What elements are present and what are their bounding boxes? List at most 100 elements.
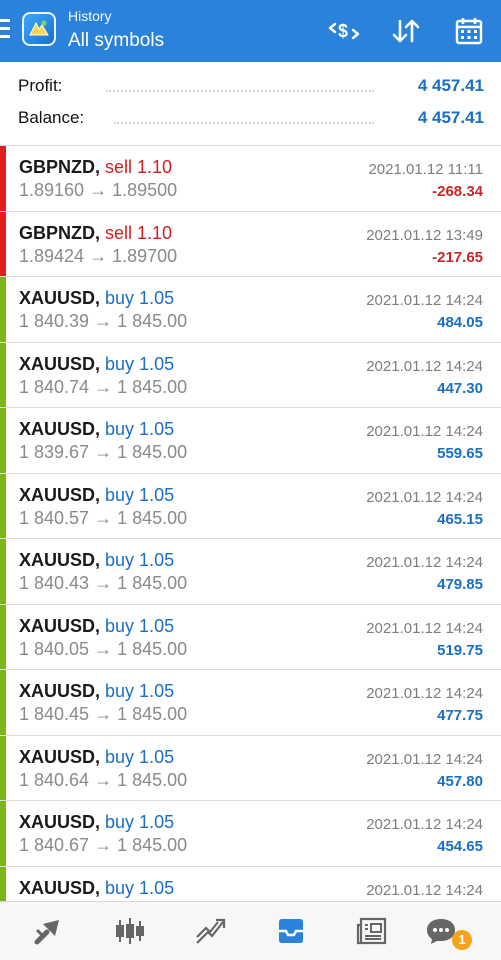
deal-symbol-name: XAUUSD, bbox=[19, 419, 101, 439]
deal-direction: buy 1.05 bbox=[105, 615, 175, 636]
buy-indicator-bar bbox=[0, 670, 6, 735]
chart-icon[interactable] bbox=[112, 914, 148, 948]
deal-row[interactable]: XAUUSD, buy 1.05 1 840.05 → 1 845.00 2021.… bbox=[0, 604, 501, 670]
deal-row[interactable]: GBPNZD, sell 1.10 1.89160 → 1.89500 2021.0… bbox=[0, 146, 501, 212]
sell-indicator-bar bbox=[0, 146, 6, 211]
quotes-icon[interactable] bbox=[31, 914, 67, 948]
buy-indicator-bar bbox=[0, 801, 6, 866]
deal-direction: buy 1.05 bbox=[105, 484, 175, 505]
deal-profit: -268.34 bbox=[432, 183, 483, 200]
deal-direction: sell 1.10 bbox=[105, 222, 173, 243]
buy-indicator-bar bbox=[0, 539, 6, 604]
deal-direction: buy 1.05 bbox=[105, 812, 175, 832]
deal-time: 2021.01.12 14:24 bbox=[366, 619, 483, 637]
deal-profit: 479.85 bbox=[437, 576, 483, 593]
deal-direction: buy 1.05 bbox=[105, 419, 175, 439]
deal-profit: 465.15 bbox=[437, 510, 483, 528]
deal-row[interactable]: XAUUSD, buy 1.05 1 840.45 → 1 845.00 2021.… bbox=[0, 670, 501, 736]
deal-symbol: XAUUSD, buy 1.05 bbox=[19, 288, 174, 309]
deal-row[interactable]: XAUUSD, buy 1.05 1 840.74 → 1 845.00 2021.… bbox=[0, 342, 501, 408]
deal-symbol-name: XAUUSD, bbox=[19, 353, 101, 374]
deal-prices: 1 840.57 → 1 845.00 bbox=[19, 507, 188, 528]
deal-profit: 477.75 bbox=[437, 707, 483, 724]
buy-indicator-bar bbox=[0, 408, 6, 473]
deal-symbol: XAUUSD, buy 1.05 bbox=[19, 616, 174, 637]
deal-symbol-name: XAUUSD, bbox=[19, 484, 101, 505]
deal-time: 2021.01.12 14:24 bbox=[366, 685, 483, 702]
calendar-icon[interactable] bbox=[451, 14, 487, 48]
deal-symbol: XAUUSD, buy 1.05 bbox=[19, 550, 174, 571]
deal-row[interactable]: XAUUSD, buy 1.05 1 840.67 → 1 845.00 2021.… bbox=[0, 801, 501, 867]
deal-direction: sell 1.10 bbox=[105, 157, 173, 177]
deal-symbol: XAUUSD, buy 1.05 bbox=[19, 485, 174, 506]
deal-symbol-name: XAUUSD, bbox=[19, 681, 101, 701]
balance-row: Balance: 4 457.41 bbox=[18, 108, 484, 134]
deal-prices: 1 840.43 → 1 845.00 bbox=[19, 573, 188, 593]
messages-badge: 1 bbox=[452, 930, 472, 950]
deal-prices: 1.89160 → 1.89500 bbox=[19, 180, 178, 200]
deal-symbol: GBPNZD, sell 1.10 bbox=[19, 157, 172, 178]
deal-symbol-name: XAUUSD, bbox=[19, 812, 101, 832]
deal-profit: 457.80 bbox=[437, 772, 483, 790]
deal-profit: 484.05 bbox=[437, 314, 483, 331]
deal-symbol: XAUUSD, buy 1.05 bbox=[19, 878, 174, 899]
history-icon[interactable] bbox=[273, 914, 309, 948]
profit-value: 4 457.41 bbox=[417, 76, 484, 95]
balance-label: Balance: bbox=[18, 108, 85, 127]
deal-direction: buy 1.05 bbox=[105, 353, 175, 374]
deal-prices: 1 840.05 → 1 845.00 bbox=[19, 638, 188, 659]
deal-prices: 1 840.74 → 1 845.00 bbox=[19, 376, 188, 397]
deal-row[interactable]: XAUUSD, buy 1.05 1 840.39 → 1 845.00 2021.… bbox=[0, 277, 501, 343]
deal-prices: 1 840.45 → 1 845.00 bbox=[19, 704, 188, 724]
deal-row[interactable]: XAUUSD, buy 1.05 1 840.57 → 1 845.00 2021.… bbox=[0, 473, 501, 539]
deal-row[interactable]: XAUUSD, buy 1.05 1 839.67 → 1 845.00 2021.… bbox=[0, 408, 501, 474]
deal-profit: 519.75 bbox=[437, 641, 483, 659]
deal-row[interactable]: XAUUSD, buy 1.05 1 840.64 → 1 845.00 2021.… bbox=[0, 735, 501, 801]
deal-symbol-name: GBPNZD, bbox=[19, 157, 100, 177]
deal-prices: 1 840.39 → 1 845.00 bbox=[19, 311, 188, 331]
deal-time: 2021.01.12 14:24 bbox=[366, 292, 483, 309]
profit-row: Profit: 4 457.41 bbox=[18, 76, 484, 102]
deal-prices: 1 840.67 → 1 845.00 bbox=[19, 835, 188, 855]
deal-symbol: XAUUSD, buy 1.05 bbox=[19, 354, 174, 375]
deal-time: 2021.01.12 14:24 bbox=[366, 488, 483, 506]
deal-row[interactable]: GBPNZD, sell 1.10 1.89424 → 1.89700 2021.0… bbox=[0, 211, 501, 277]
deal-symbol-name: XAUUSD, bbox=[19, 550, 101, 570]
dollar-filter-icon[interactable]: $ bbox=[326, 14, 362, 48]
deal-symbol-name: GBPNZD, bbox=[19, 222, 100, 243]
header-title[interactable]: All symbols bbox=[68, 30, 164, 52]
deal-symbol-name: XAUUSD, bbox=[19, 746, 101, 767]
app-header: History All symbols $ bbox=[0, 0, 501, 62]
deal-time: 2021.01.12 14:24 bbox=[366, 554, 483, 571]
deals-list: GBPNZD, sell 1.10 1.89160 → 1.89500 2021.0… bbox=[0, 146, 501, 901]
deal-direction: buy 1.05 bbox=[105, 877, 175, 898]
deal-row[interactable]: XAUUSD, buy 1.05 1 840.43 → 1 845.00 2021.… bbox=[0, 539, 501, 605]
deal-symbol-name: XAUUSD, bbox=[19, 877, 101, 898]
deal-prices: 1 840.64 → 1 845.00 bbox=[19, 769, 188, 790]
deal-symbol: XAUUSD, buy 1.05 bbox=[19, 812, 174, 833]
deal-time: 2021.01.12 13:49 bbox=[366, 226, 483, 244]
deal-profit: -217.65 bbox=[432, 248, 483, 266]
deal-time: 2021.01.12 11:11 bbox=[368, 161, 483, 178]
deal-profit: 559.65 bbox=[437, 445, 483, 462]
bottom-nav: 1 bbox=[0, 901, 501, 960]
buy-indicator-bar bbox=[0, 866, 6, 901]
deal-row[interactable]: XAUUSD, buy 1.05 2021.01.12 14:24 bbox=[0, 866, 501, 901]
dotted-leader bbox=[114, 122, 374, 124]
deal-symbol-name: XAUUSD, bbox=[19, 615, 101, 636]
trade-icon[interactable] bbox=[193, 914, 229, 948]
deal-prices: 1 839.67 → 1 845.00 bbox=[19, 442, 188, 462]
buy-indicator-bar bbox=[0, 604, 6, 669]
deal-symbol: GBPNZD, sell 1.10 bbox=[19, 223, 172, 244]
dotted-leader bbox=[106, 90, 374, 92]
news-icon[interactable] bbox=[354, 914, 390, 948]
buy-indicator-bar bbox=[0, 473, 6, 538]
hamburger-menu-icon[interactable] bbox=[0, 19, 10, 41]
profit-label: Profit: bbox=[18, 76, 63, 95]
sort-arrows-icon[interactable] bbox=[388, 14, 424, 48]
metatrader-logo-icon bbox=[22, 12, 56, 46]
buy-indicator-bar bbox=[0, 277, 6, 342]
deal-direction: buy 1.05 bbox=[105, 681, 175, 701]
deal-symbol-name: XAUUSD, bbox=[19, 288, 101, 308]
svg-text:$: $ bbox=[338, 21, 348, 41]
